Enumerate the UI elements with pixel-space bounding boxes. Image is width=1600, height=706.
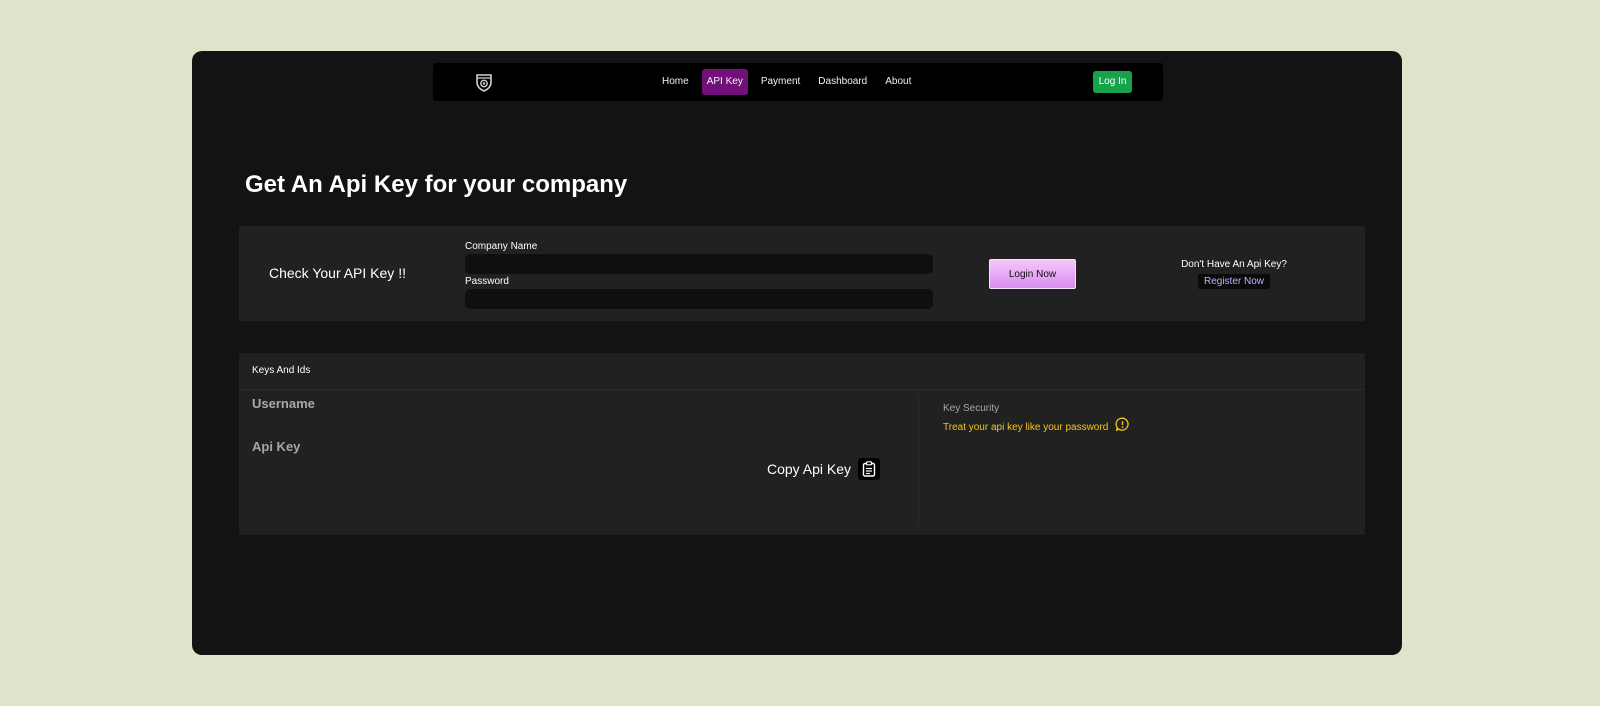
nav-link-dashboard[interactable]: Dashboard <box>813 69 872 95</box>
vertical-divider <box>918 396 919 527</box>
shield-eye-icon[interactable] <box>473 71 495 93</box>
keys-panel: Keys And Ids Username Api Key Copy Api K… <box>239 353 1365 535</box>
company-name-label: Company Name <box>465 241 538 252</box>
app-window: Home API Key Payment Dashboard About Log… <box>192 51 1402 655</box>
page-title: Get An Api Key for your company <box>245 171 628 198</box>
nav-link-about[interactable]: About <box>880 69 916 95</box>
username-label: Username <box>252 396 315 411</box>
nav-links: Home API Key Payment Dashboard About <box>657 69 916 95</box>
key-security-note: Treat your api key like your password <box>943 417 1130 437</box>
warning-chat-icon <box>1115 417 1130 437</box>
no-key-text: Don't Have An Api Key? <box>1181 259 1287 270</box>
navbar: Home API Key Payment Dashboard About Log… <box>433 63 1163 101</box>
check-api-key-panel: Check Your API Key !! Company Name Passw… <box>239 226 1365 321</box>
company-name-input[interactable] <box>465 254 933 274</box>
register-now-link[interactable]: Register Now <box>1197 274 1271 289</box>
nav-link-payment[interactable]: Payment <box>756 69 805 95</box>
nav-link-api-key[interactable]: API Key <box>701 69 748 95</box>
register-prompt: Don't Have An Api Key? Register Now <box>1159 259 1309 289</box>
copy-api-key-label: Copy Api Key <box>767 461 852 477</box>
api-key-label: Api Key <box>252 439 301 454</box>
keys-header-label: Keys And Ids <box>252 365 311 376</box>
key-security-text: Treat your api key like your password <box>943 421 1109 433</box>
keys-header: Keys And Ids <box>239 353 1365 390</box>
nav-link-home[interactable]: Home <box>657 69 694 95</box>
copy-api-key-button[interactable]: Copy Api Key <box>767 457 881 481</box>
login-button[interactable]: Log In <box>1093 71 1132 93</box>
key-security-title: Key Security <box>943 403 1000 414</box>
password-input[interactable] <box>465 289 933 309</box>
check-heading: Check Your API Key !! <box>269 265 406 281</box>
clipboard-icon[interactable] <box>858 458 881 480</box>
login-now-button[interactable]: Login Now <box>989 259 1076 289</box>
password-label: Password <box>465 276 509 287</box>
